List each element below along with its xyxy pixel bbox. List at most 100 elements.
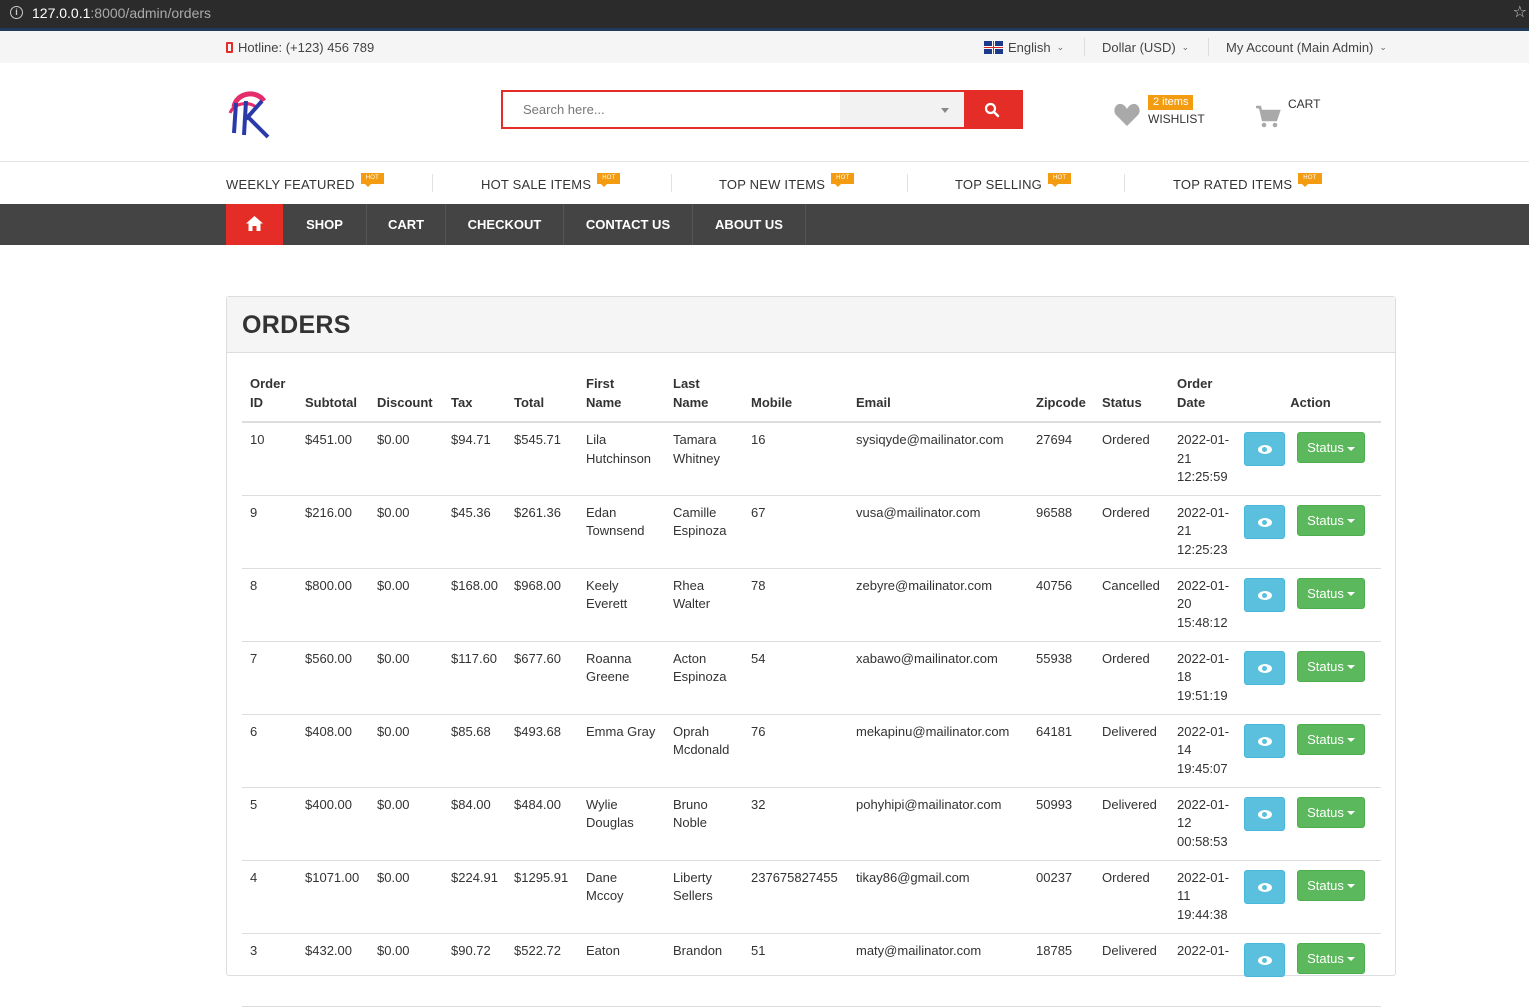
cell-last-name: Acton Espinoza [665,641,743,715]
cell-email: vusa@mailinator.com [848,495,1028,569]
language-selector[interactable]: English ⌄ [984,40,1064,55]
status-button-label: Status [1307,950,1344,966]
cell-action: Status [1240,787,1381,861]
status-button-label: Status [1307,731,1344,747]
cell-order-date: 2022-01- [1169,933,1240,1007]
url-host: 127.0.0.1 [32,4,91,21]
cell-email: zebyre@mailinator.com [848,568,1028,642]
hotline-text: Hotline: (+123) 456 789 [238,40,375,55]
cart-link[interactable]: CART [1255,97,1320,129]
site-logo[interactable] [226,87,272,139]
status-dropdown-button[interactable]: Status [1297,650,1365,682]
cell-last-name: Bruno Noble [665,787,743,861]
featured-top-new[interactable]: TOP NEW ITEMS HOT [719,173,855,192]
view-order-button[interactable] [1244,723,1285,758]
cell-mobile: 237675827455 [743,860,848,934]
language-label: English [1008,40,1051,55]
caret-down-icon [1346,446,1355,451]
status-button-label: Status [1307,440,1344,455]
cell-status: Delivered [1094,714,1169,788]
cell-total: $484.00 [506,787,578,861]
cell-zipcode: 55938 [1028,641,1094,715]
cell-subtotal: $432.00 [297,933,369,1007]
cell-first-name: Lila Hutchinson [578,422,665,496]
status-dropdown-button[interactable]: Status [1297,577,1365,609]
col-total: Total [506,374,578,423]
view-order-button[interactable] [1244,650,1285,685]
cell-order-date: 2022-01- 20 15:48:12 [1169,568,1240,642]
caret-down-icon [1346,519,1355,524]
featured-hot-sale[interactable]: HOT SALE ITEMS HOT [481,173,621,192]
status-dropdown-button[interactable]: Status [1297,869,1365,901]
eye-icon [1258,955,1272,965]
nav-checkout[interactable]: CHECKOUT [446,204,564,245]
status-dropdown-button[interactable]: Status [1297,796,1365,828]
cell-last-name: Brandon [665,933,743,1007]
view-order-button[interactable] [1244,942,1285,977]
cell-total: $968.00 [506,568,578,642]
featured-label: TOP NEW ITEMS [719,177,826,192]
view-order-button[interactable] [1244,504,1285,539]
col-action: Action [1240,374,1381,423]
view-order-button[interactable] [1244,796,1285,831]
cell-last-name: Oprah Mcdonald [665,714,743,788]
wishlist-count-badge: 2 items [1148,95,1194,110]
nav-cart[interactable]: CART [367,204,446,245]
home-button[interactable] [226,204,283,245]
hot-badge: HOT [1047,173,1072,187]
chevron-down-icon: ⌄ [1181,42,1190,52]
browser-address-bar[interactable]: i 127.0.0.1:8000/admin/orders ☆ [0,0,1529,31]
status-dropdown-button[interactable]: Status [1297,723,1365,755]
divider [432,174,433,192]
cell-email: sysiqyde@mailinator.com [848,422,1028,496]
featured-top-rated[interactable]: TOP RATED ITEMS HOT [1173,173,1322,192]
cell-email: pohyhipi@mailinator.com [848,787,1028,861]
cell-order-id: 6 [242,714,297,788]
eye-icon [1258,809,1272,819]
table-row: 7 $560.00 $0.00 $117.60 $677.60 Roanna Greene A… [242,641,1381,715]
col-email: Email [848,374,1028,423]
featured-label: TOP SELLING [955,177,1042,192]
hotline: Hotline: (+123) 456 789 [226,40,374,55]
cell-zipcode: 96588 [1028,495,1094,569]
top-bar: Hotline: (+123) 456 789 English ⌄ Dollar… [0,31,1529,63]
cell-last-name: Camille Espinoza [665,495,743,569]
eye-icon [1258,663,1272,673]
orders-panel: ORDERS Order ID Subtotal Discount Tax Tot… [226,296,1396,1007]
cell-order-id: 9 [242,495,297,569]
nav-shop[interactable]: SHOP [283,204,367,245]
cell-order-id: 5 [242,787,297,861]
category-select[interactable] [839,92,965,127]
featured-top-selling[interactable]: TOP SELLING HOT [955,173,1072,192]
view-order-button[interactable] [1244,869,1285,904]
cell-tax: $90.72 [443,933,506,1007]
cell-discount: $0.00 [369,860,443,934]
search-input[interactable] [503,92,840,127]
cell-mobile: 32 [743,787,848,861]
view-order-button[interactable] [1244,577,1285,612]
status-button-label: Status [1307,804,1344,820]
cell-action: Status [1240,422,1381,496]
status-dropdown-button[interactable]: Status [1297,504,1365,536]
url-text[interactable]: 127.0.0.1:8000/admin/orders [32,5,211,21]
hot-badge: HOT [360,173,384,187]
status-dropdown-button[interactable]: Status [1297,432,1365,463]
currency-selector[interactable]: Dollar (USD) ⌄ [1102,40,1189,55]
bookmark-star-icon[interactable]: ☆ [1513,2,1527,22]
search-button[interactable] [964,92,1021,127]
caret-down-icon [1346,957,1355,962]
site-info-icon[interactable]: i [10,6,23,19]
featured-weekly[interactable]: WEEKLY FEATURED HOT [226,173,384,192]
nav-about-us[interactable]: ABOUT US [693,204,806,245]
cell-zipcode: 18785 [1028,933,1094,1007]
cell-email: maty@mailinator.com [848,933,1028,1007]
cell-order-date: 2022-01- 18 19:51:19 [1169,641,1240,715]
cell-discount: $0.00 [369,641,443,715]
cell-zipcode: 00237 [1028,860,1094,934]
view-order-button[interactable] [1244,432,1285,466]
account-menu[interactable]: My Account (Main Admin) ⌄ [1226,40,1387,55]
wishlist-link[interactable]: 2 items WISHLIST [1114,95,1205,127]
divider [1084,38,1085,56]
nav-contact-us[interactable]: CONTACT US [564,204,693,245]
status-dropdown-button[interactable]: Status [1297,942,1365,974]
